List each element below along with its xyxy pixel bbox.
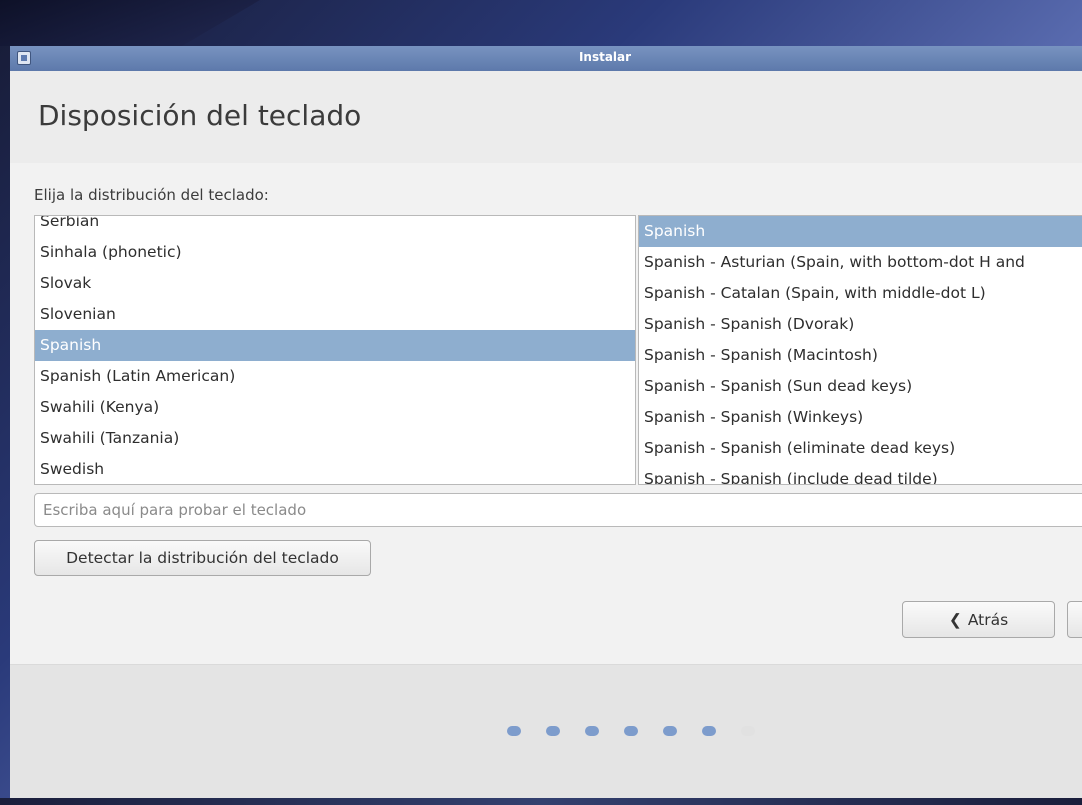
desktop-bottom-edge	[0, 798, 1082, 805]
next-button[interactable]	[1067, 601, 1082, 638]
layout-list-item[interactable]: Serbian	[35, 216, 635, 237]
page-header: Disposición del teclado	[10, 71, 1082, 163]
back-button[interactable]: ❮ Atrás	[902, 601, 1055, 638]
layout-list-item[interactable]: Spanish	[35, 330, 635, 361]
layout-list-item[interactable]: Slovak	[35, 268, 635, 299]
layout-list-item[interactable]: Swahili (Tanzania)	[35, 423, 635, 454]
layout-prompt: Elija la distribución del teclado:	[34, 186, 269, 204]
layout-list-item[interactable]: Slovenian	[35, 299, 635, 330]
layout-list-item[interactable]: Swedish	[35, 454, 635, 484]
variant-list-item[interactable]: Spanish - Spanish (Dvorak)	[639, 309, 1082, 340]
progress-dot	[507, 726, 521, 736]
variant-list-rows: Spanish Spanish - Asturian (Spain, with b…	[639, 216, 1082, 484]
variant-list-item[interactable]: Spanish - Spanish (Sun dead keys)	[639, 371, 1082, 402]
progress-dot	[741, 726, 755, 736]
variant-list-item[interactable]: Spanish - Spanish (Winkeys)	[639, 402, 1082, 433]
back-button-label: Atrás	[967, 610, 1009, 629]
layout-list-item[interactable]: Sinhala (phonetic)	[35, 237, 635, 268]
detect-layout-label: Detectar la distribución del teclado	[66, 549, 339, 567]
variant-list-item[interactable]: Spanish	[639, 216, 1082, 247]
progress-dot	[585, 726, 599, 736]
variant-list[interactable]: Spanish Spanish - Asturian (Spain, with b…	[638, 215, 1082, 485]
layout-list-rows: Serbian Sinhala (phonetic) Slovak Slovenian…	[35, 216, 635, 484]
variant-list-item[interactable]: Spanish - Spanish (eliminate dead keys)	[639, 433, 1082, 464]
window-title: Instalar	[578, 50, 632, 64]
page-title: Disposición del teclado	[38, 99, 362, 132]
detect-layout-button[interactable]: Detectar la distribución del teclado	[34, 540, 371, 576]
installer-footer	[10, 664, 1082, 798]
progress-dot	[702, 726, 716, 736]
keyboard-layout-panel: Elija la distribución del teclado: Serbi…	[10, 163, 1082, 664]
installer-window: Instalar Disposición del teclado Elija l…	[10, 46, 1082, 798]
chevron-left-icon: ❮	[948, 610, 962, 629]
variant-list-item[interactable]: Spanish - Asturian (Spain, with bottom-d…	[639, 247, 1082, 278]
progress-dot	[663, 726, 677, 736]
layout-list[interactable]: Serbian Sinhala (phonetic) Slovak Slovenian…	[34, 215, 636, 485]
variant-list-item[interactable]: Spanish - Catalan (Spain, with middle-do…	[639, 278, 1082, 309]
layout-list-item[interactable]: Swahili (Kenya)	[35, 392, 635, 423]
variant-list-item[interactable]: Spanish - Spanish (Macintosh)	[639, 340, 1082, 371]
progress-indicator	[507, 726, 755, 736]
layout-list-item[interactable]: Spanish (Latin American)	[35, 361, 635, 392]
window-titlebar[interactable]: Instalar	[10, 46, 1082, 72]
keyboard-test-input[interactable]	[34, 493, 1082, 527]
progress-dot	[624, 726, 638, 736]
progress-dot	[546, 726, 560, 736]
variant-list-item[interactable]: Spanish - Spanish (include dead tilde)	[639, 464, 1082, 484]
